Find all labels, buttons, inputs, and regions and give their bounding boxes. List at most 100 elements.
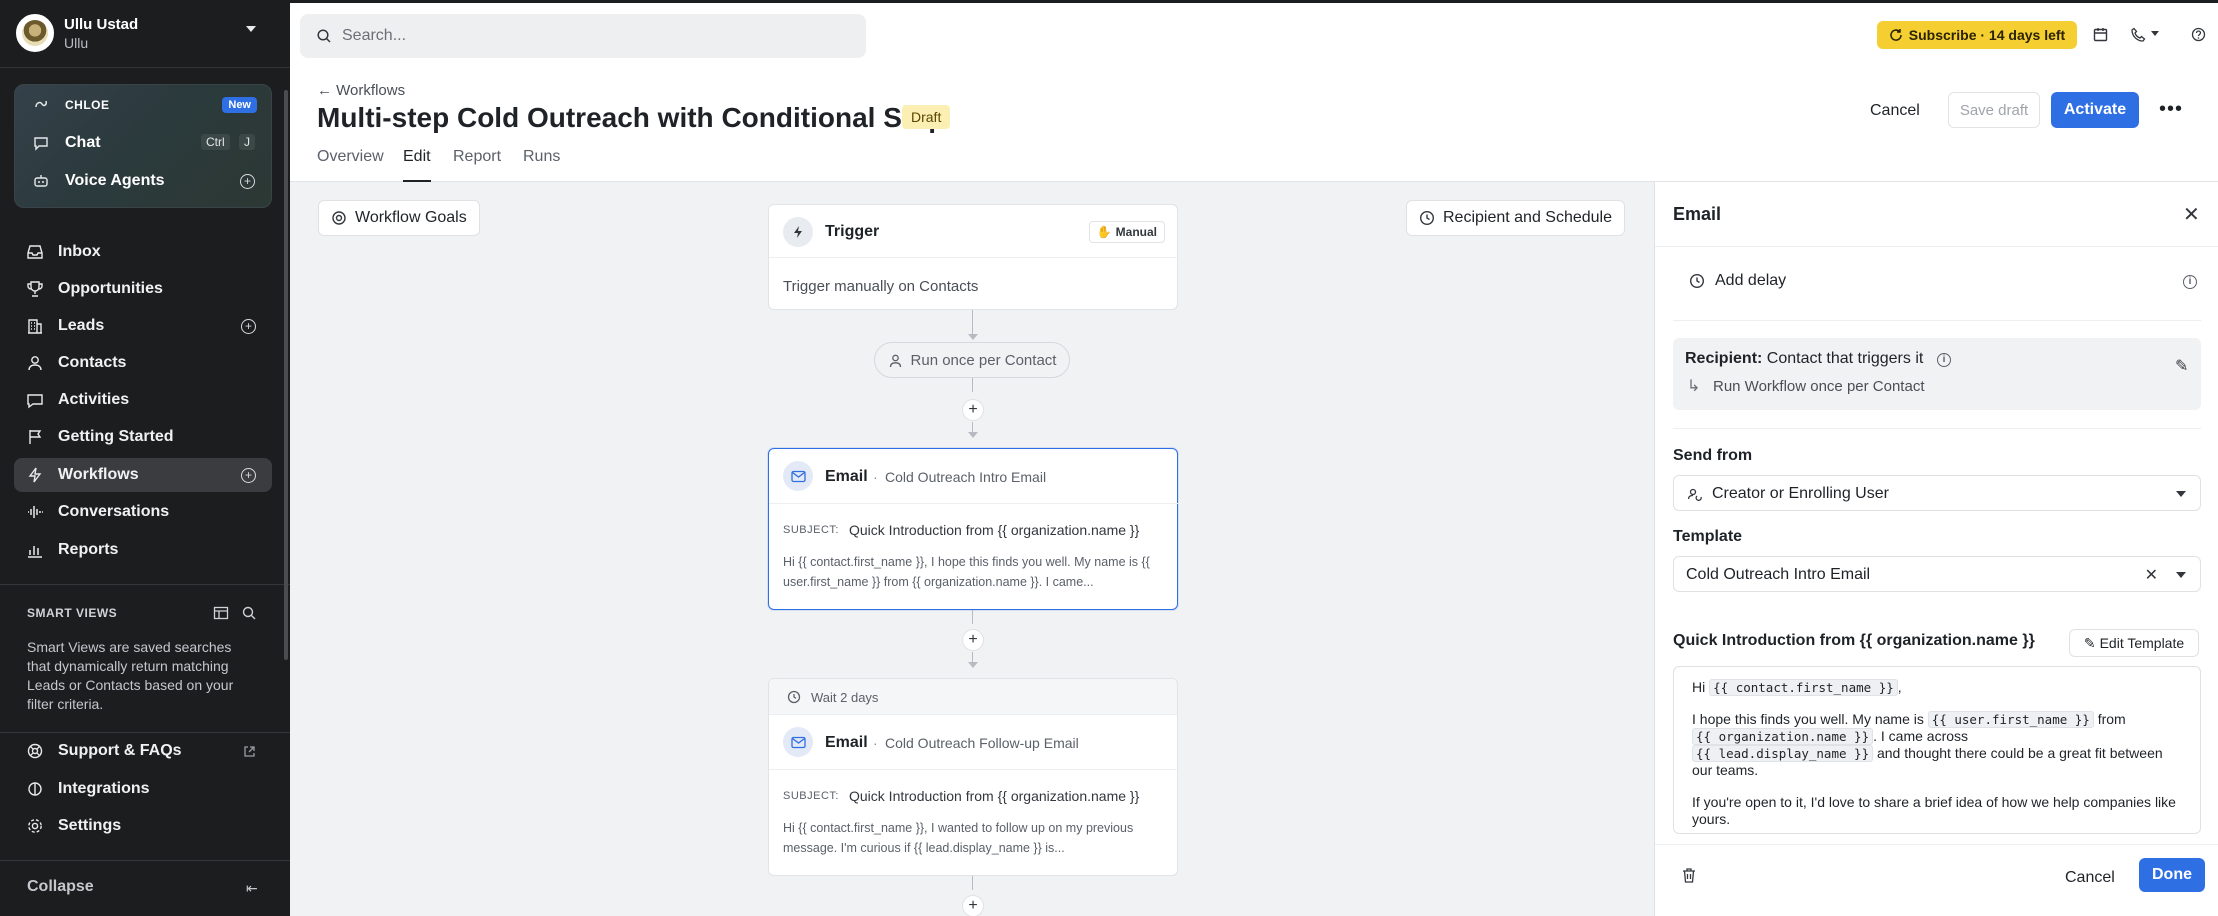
edit-template-button[interactable]: ✎ Edit Template	[2069, 629, 2199, 657]
sidebar-item-reports[interactable]: Reports	[14, 533, 272, 567]
calendar-icon[interactable]	[2093, 27, 2108, 45]
send-from-value: Creator or Enrolling User	[1712, 485, 1889, 502]
done-button[interactable]: Done	[2139, 858, 2205, 892]
workflow-goals-button[interactable]: Workflow Goals	[318, 200, 480, 236]
sidebar-item-label: Workflows	[58, 466, 139, 483]
sidebar-item-opportunities[interactable]: Opportunities	[14, 272, 272, 306]
body-text: from	[2093, 711, 2126, 727]
trigger-node[interactable]: Trigger ✋ Manual Trigger manually on Cont…	[768, 204, 1179, 310]
sidebar-item-inbox[interactable]: Inbox	[14, 235, 272, 269]
wait-step[interactable]: Wait 2 days	[769, 679, 1177, 715]
connector-arrow	[968, 662, 978, 668]
email-node-follow-up[interactable]: Wait 2 days Email · Cold Outreach Follow…	[768, 678, 1179, 876]
smart-views-actions	[213, 604, 263, 622]
sidebar-item-label: Inbox	[58, 243, 101, 260]
chat-label: Chat	[65, 134, 101, 151]
recipient-schedule-button[interactable]: Recipient and Schedule	[1406, 200, 1626, 236]
cancel-button[interactable]: Cancel	[1870, 102, 1920, 120]
email-body-preview[interactable]: Hi {{ contact.first_name }}, I hope this…	[1673, 666, 2201, 834]
send-from-select[interactable]: Creator or Enrolling User	[1673, 475, 2201, 511]
ai-item-chloe[interactable]: CHLOE New	[15, 89, 273, 121]
run-once-pill[interactable]: Run once per Contact	[874, 342, 1070, 378]
subject-label: SUBJECT:	[783, 524, 839, 536]
close-icon[interactable]: ✕	[2183, 202, 2200, 227]
subject-value: Quick Introduction from {{ organization.…	[849, 788, 1140, 804]
divider	[1655, 246, 2218, 247]
email-body-preview: Hi {{ contact.first_name }}, I wanted to…	[783, 821, 1134, 855]
smart-views-title: SMART VIEWS	[27, 606, 118, 620]
ai-item-chat[interactable]: Chat Ctrl J	[15, 127, 273, 159]
trigger-type-badge: ✋ Manual	[1088, 221, 1165, 243]
subject-label: SUBJECT:	[783, 790, 839, 802]
clear-icon[interactable]: ✕	[2145, 565, 2158, 585]
hand-icon: ✋	[1096, 225, 1112, 239]
sidebar-item-settings[interactable]: Settings	[14, 809, 272, 843]
trophy-icon	[27, 281, 43, 297]
chevron-down-icon[interactable]	[2151, 31, 2159, 36]
email-node-intro[interactable]: Email · Cold Outreach Intro Email SUBJEC…	[768, 448, 1179, 610]
sidebar: Ullu Ustad Ullu CHLOE New Chat Ctrl J Vo…	[0, 0, 290, 916]
add-voice-agent-icon[interactable]: +	[240, 174, 255, 189]
ai-item-voice-agents[interactable]: Voice Agents +	[15, 165, 273, 197]
sidebar-item-integrations[interactable]: Integrations	[14, 772, 272, 806]
save-draft-button[interactable]: Save draft	[1948, 92, 2040, 128]
add-step-button[interactable]: +	[962, 895, 984, 916]
phone-icon[interactable]	[2131, 27, 2146, 45]
info-icon[interactable]: i	[2183, 275, 2197, 289]
add-step-button[interactable]: +	[962, 399, 984, 421]
sidebar-item-support[interactable]: Support & FAQs	[14, 734, 272, 768]
sidebar-scrollbar[interactable]	[284, 90, 288, 660]
sidebar-item-label: Activities	[58, 391, 130, 408]
template-token: {{ organization.name }}	[1692, 728, 1874, 745]
info-icon[interactable]: i	[1937, 353, 1951, 367]
voice-agents-label: Voice Agents	[65, 172, 165, 189]
tab-report[interactable]: Report	[453, 148, 501, 166]
org-avatar	[16, 14, 54, 52]
panel-cancel-button[interactable]: Cancel	[2065, 869, 2115, 887]
sidebar-item-workflows[interactable]: Workflows +	[14, 458, 272, 492]
connector-arrow	[968, 334, 978, 340]
workflow-canvas[interactable]: Workflow Goals Recipient and Schedule Tr…	[290, 182, 1654, 916]
search-input[interactable]: Search...	[300, 14, 866, 58]
tab-overview[interactable]: Overview	[317, 148, 384, 166]
template-subject: Quick Introduction from {{ organization.…	[1673, 632, 2035, 649]
add-workflow-icon[interactable]: +	[241, 468, 256, 483]
activate-button[interactable]: Activate	[2051, 92, 2139, 128]
separator-dot: ·	[873, 469, 878, 485]
add-lead-icon[interactable]: +	[241, 319, 256, 334]
tab-edit[interactable]: Edit	[403, 148, 431, 182]
email-step-panel: Email ✕ Add delay i Recipient: Contact t…	[1654, 182, 2218, 916]
sidebar-item-leads[interactable]: Leads +	[14, 309, 272, 343]
sidebar-item-conversations[interactable]: Conversations	[14, 495, 272, 529]
org-switcher[interactable]: Ullu Ustad Ullu	[0, 0, 290, 68]
status-badge: Draft	[902, 105, 951, 129]
run-mode-text: Run Workflow once per Contact	[1713, 378, 1925, 395]
sidebar-item-getting-started[interactable]: Getting Started	[14, 420, 272, 454]
help-icon[interactable]	[2191, 27, 2206, 45]
inbox-icon	[27, 245, 43, 259]
sparkle-loop-icon	[33, 97, 49, 113]
trash-icon[interactable]	[1681, 867, 1697, 884]
person-icon	[889, 354, 901, 367]
body-text: . I came across	[1873, 728, 1969, 744]
subscribe-button[interactable]: Subscribe · 14 days left	[1877, 21, 2077, 49]
sidebar-item-activities[interactable]: Activities	[14, 383, 272, 417]
breadcrumb-workflows: Workflows	[336, 82, 406, 99]
subscribe-label: Subscribe · 14 days left	[1908, 27, 2066, 43]
edit-pencil-icon[interactable]: ✎	[2175, 356, 2188, 376]
body-paragraph: Hi {{ contact.first_name }},	[1692, 679, 2182, 696]
search-icon[interactable]	[241, 605, 257, 621]
collapse-left-icon[interactable]: ⇤	[246, 880, 258, 897]
sidebar-item-contacts[interactable]: Contacts	[14, 346, 272, 380]
add-step-button[interactable]: +	[962, 629, 984, 651]
page-title[interactable]: Multi-step Cold Outreach with Conditiona…	[317, 102, 945, 134]
collapse-button[interactable]: Collapse	[27, 878, 94, 896]
add-delay-button[interactable]: Add delay	[1715, 272, 1786, 290]
breadcrumb[interactable]: ← Workflows	[317, 82, 405, 99]
tab-runs[interactable]: Runs	[523, 148, 560, 166]
email-icon	[783, 461, 813, 491]
table-icon[interactable]	[213, 605, 229, 621]
more-options-icon[interactable]: •••	[2159, 98, 2183, 121]
template-select[interactable]: Cold Outreach Intro Email ✕	[1673, 556, 2201, 592]
trigger-description: Trigger manually on Contacts	[783, 278, 979, 295]
